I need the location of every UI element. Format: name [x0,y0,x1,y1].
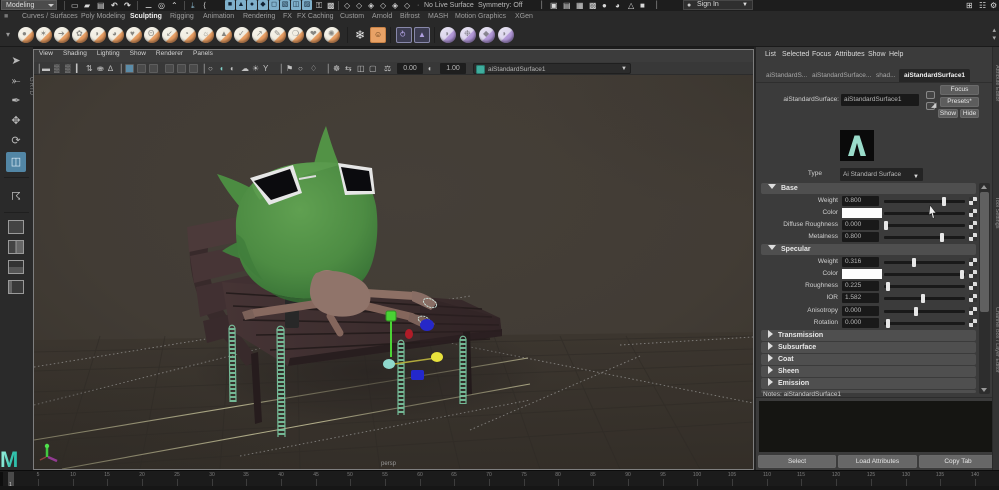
svg-text:persp: persp [381,461,397,467]
